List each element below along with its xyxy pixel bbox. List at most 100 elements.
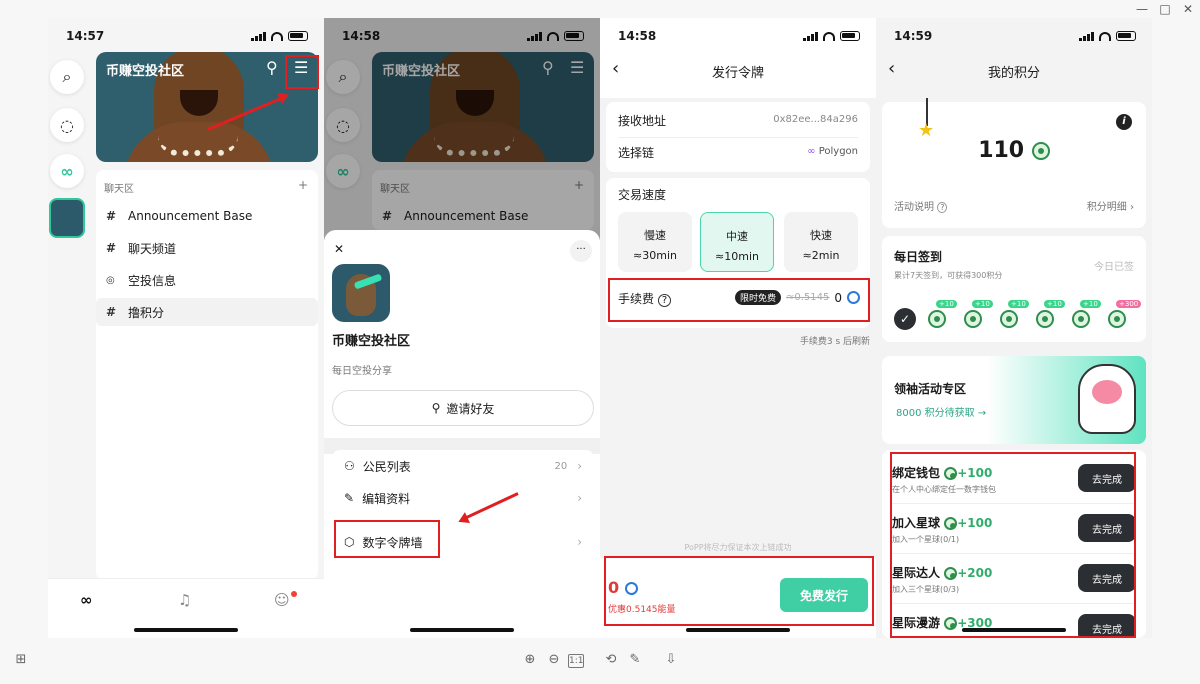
close-icon[interactable]: ✕: [334, 242, 344, 256]
points-detail-link[interactable]: 积分明细 ›: [1087, 198, 1134, 213]
link-logo-icon[interactable]: ∞: [50, 154, 84, 188]
chevron-right-icon: ›: [577, 491, 582, 505]
refresh-note: 手续费3 s 后刷新: [799, 337, 870, 347]
section-chat-label: 聊天区: [104, 184, 134, 195]
community-avatar: [332, 264, 390, 322]
speed-time: ≈30min: [633, 249, 677, 262]
checkin-title: 每日签到: [894, 250, 943, 264]
menu-group: ⚇ 公民列表 20 › ✎ 编辑资料 ›: [332, 450, 594, 514]
people-icon: ⚇: [344, 459, 355, 473]
help-icon: ?: [937, 202, 948, 213]
wifi-icon: [1099, 31, 1111, 41]
speed-name: 中速: [726, 230, 748, 243]
community-desc: 每日空投分享: [332, 366, 392, 377]
actual-size-button[interactable]: 1:1: [568, 654, 584, 668]
page-title: 发行令牌: [711, 66, 764, 81]
chain-selector[interactable]: ∞ Polygon: [807, 146, 858, 157]
status-icons: [251, 31, 308, 41]
zoom-out-icon[interactable]: ⊖: [545, 652, 563, 667]
invite-friends-button[interactable]: ⚲ 邀请好友: [332, 390, 594, 426]
chat-bubble-icon[interactable]: ◌: [50, 108, 84, 142]
channel-hash-icon: #: [106, 305, 117, 319]
highlight-menu-box: [285, 55, 319, 89]
battery-icon: [840, 31, 860, 41]
channel-info-icon: ◎: [106, 274, 115, 286]
phone-my-points: 14:59 ‹ 我的积分 ★ i 110 活动说明 ? 积分明细 › 每日签到 …: [876, 18, 1152, 638]
status-bar: 14:59: [876, 18, 1152, 54]
speed-slow-option[interactable]: 慢速 ≈30min: [618, 212, 692, 272]
points-card: ★ i 110 活动说明 ? 积分明细 ›: [882, 98, 1146, 228]
add-user-icon: ⚲: [431, 401, 441, 415]
info-icon[interactable]: i: [1116, 114, 1132, 130]
nav-bar: ‹ 发行令牌: [600, 54, 876, 98]
wifi-icon: [823, 31, 835, 41]
channel-hash-icon: #: [106, 241, 117, 255]
day-coin: +10: [964, 300, 993, 330]
highlight-tasks-box: [890, 452, 1136, 638]
close-window-button[interactable]: ✕: [1178, 2, 1198, 16]
channel-label: Announcement Base: [128, 209, 253, 223]
speed-name: 快速: [810, 229, 832, 242]
channel-panel: 聊天区 + # Announcement Base # 聊天频道 ◎ 空投信息 …: [96, 170, 318, 580]
leader-activity-card[interactable]: 领袖活动专区 8000 积分待获取 →: [882, 356, 1146, 444]
more-options-icon[interactable]: ···: [570, 240, 592, 262]
day-bonus: +10: [936, 300, 957, 308]
citizen-count: 20: [554, 460, 568, 472]
chevron-right-icon: ›: [577, 535, 582, 549]
nav-bar: ‹ 我的积分: [876, 54, 1152, 94]
grid-icon[interactable]: ⊞: [12, 652, 30, 667]
status-bar: 14:58: [600, 18, 876, 54]
community-sheet: ✕ ··· 币赚空投社区 每日空投分享 ⚲ 邀请好友: [324, 230, 600, 638]
download-icon[interactable]: ⇩: [662, 652, 680, 667]
channel-item[interactable]: # Announcement Base: [96, 202, 318, 230]
guarantee-note: PoPP将尽力保证本次上链成功: [684, 543, 792, 552]
battery-icon: [1116, 31, 1136, 41]
minimize-button[interactable]: —: [1132, 2, 1152, 16]
speed-fast-option[interactable]: 快速 ≈2min: [784, 212, 858, 272]
phone-issue-token: 14:58 ‹ 发行令牌 接收地址 0x82ee...84a296 选择链 ∞ …: [600, 18, 876, 638]
highlight-bottom-box: [604, 556, 874, 626]
add-channel-button[interactable]: +: [298, 178, 308, 192]
add-user-icon[interactable]: ⚲: [266, 58, 278, 77]
tab-bell-icon[interactable]: ♫: [178, 591, 191, 609]
polygon-icon: ∞: [807, 146, 816, 157]
speed-time: ≈10min: [715, 250, 759, 263]
recv-address-label: 接收地址: [618, 114, 667, 128]
edit-icon[interactable]: ✎: [626, 652, 644, 667]
activity-title: 领袖活动专区: [894, 382, 967, 396]
image-viewer: — □ ✕ 14:57 ⌕ ◌ ∞ 币赚空投社区 ⚲ ☰ 聊天区 + # Ann…: [0, 0, 1200, 684]
tab-profile-icon[interactable]: ☺: [274, 591, 290, 609]
checkin-card: 每日签到 累计7天签到，可获得300积分 今日已签 ✓ +10 +10 +10 …: [882, 236, 1146, 342]
zoom-in-icon[interactable]: ⊕: [521, 652, 539, 667]
points-value: 110: [978, 138, 1025, 163]
signal-icon: [803, 31, 818, 41]
day-coin: +10: [1036, 300, 1065, 330]
community-name: 币赚空投社区: [332, 334, 411, 349]
edit-icon: ✎: [344, 491, 355, 505]
invite-label: 邀请好友: [446, 401, 495, 416]
menu-edit-profile[interactable]: ✎ 编辑资料 ›: [332, 482, 594, 514]
activity-note: 活动说明: [894, 202, 934, 213]
day-coin: +10: [1000, 300, 1029, 330]
chain-value: Polygon: [818, 146, 858, 157]
status-bar: 14:57: [48, 18, 324, 54]
menu-label: 编辑资料: [362, 491, 411, 506]
activity-subtitle: 8000 积分待获取 →: [896, 408, 987, 419]
tab-home-icon[interactable]: ∞: [80, 591, 93, 609]
maximize-button[interactable]: □: [1155, 2, 1175, 16]
rotate-icon[interactable]: ⟲: [602, 652, 620, 667]
astronaut-illustration: [1078, 364, 1136, 434]
day-coin: +10: [1072, 300, 1101, 330]
community-avatar[interactable]: [49, 198, 85, 238]
channel-item[interactable]: ◎ 空投信息: [96, 266, 318, 294]
status-time: 14:57: [66, 29, 105, 43]
speed-name: 慢速: [644, 229, 666, 242]
channel-label: 撸积分: [128, 305, 165, 320]
channel-item-selected[interactable]: # 撸积分: [96, 298, 318, 326]
search-icon[interactable]: ⌕: [50, 60, 84, 94]
channel-item[interactable]: # 聊天频道: [96, 234, 318, 262]
speed-medium-option[interactable]: 中速 ≈10min: [700, 212, 774, 272]
activity-note-link[interactable]: 活动说明 ?: [894, 198, 948, 213]
checkin-days: ✓ +10 +10 +10 +10 +10 +300: [894, 300, 1142, 330]
menu-citizens[interactable]: ⚇ 公民列表 20 ›: [332, 450, 594, 482]
